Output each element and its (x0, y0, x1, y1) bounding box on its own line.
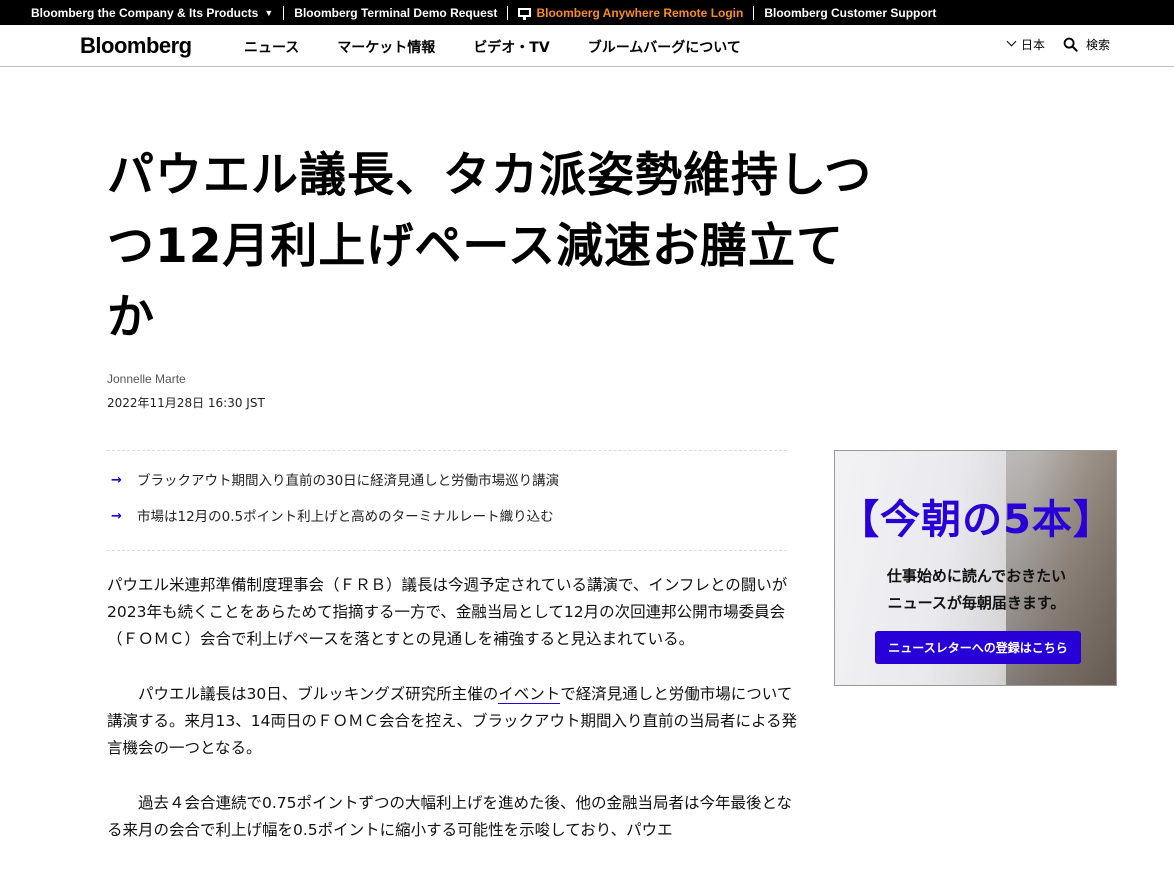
paragraph-text: パウエル議長は30日、ブルッキングズ研究所主催の (138, 685, 499, 703)
anywhere-login-label: Bloomberg Anywhere Remote Login (536, 5, 744, 20)
summary-item: → ブラックアウト期間入り直前の30日に経済見通しと労働市場巡り講演 (107, 463, 787, 499)
search-icon (1063, 37, 1078, 52)
nav-link-about[interactable]: ブルームバーグについて (588, 37, 741, 57)
nav-utilities: 日本 検索 (1006, 36, 1110, 53)
article-headline: パウエル議長、タカ派姿勢維持しつ つ12月利上げペース減速お膳立て か (107, 140, 1037, 353)
company-products-label: Bloomberg the Company & Its Products (31, 5, 259, 20)
summary-text: ブラックアウト期間入り直前の30日に経済見通しと労働市場巡り講演 (137, 473, 560, 489)
ad-subtitle-line: ニュースが毎朝届きます。 (887, 594, 1066, 612)
language-selector[interactable]: 日本 (1006, 36, 1045, 53)
ad-title: 【今朝の5本】 (839, 497, 1114, 543)
summary-item: → 市場は12月の0.5ポイント利上げと高めのターミナルレート織り込む (107, 499, 787, 535)
caret-down-icon: ▼ (264, 7, 274, 18)
newsletter-ad[interactable]: 【今朝の5本】 仕事始めに読んでおきたい ニュースが毎朝届きます。 ニュースレタ… (834, 450, 1117, 686)
search-label: 検索 (1085, 38, 1110, 52)
newsletter-signup-button[interactable]: ニュースレターへの登録はこちら (875, 631, 1081, 664)
article-body: パウエル米連邦準備制度理事会（ＦＲＢ）議長は今週予定されている講演で、インフレと… (107, 572, 807, 872)
main-nav: Bloomberg ニュース マーケット情報 ビデオ・TV ブルームバーグについ… (0, 25, 1174, 67)
nav-links: ニュース マーケット情報 ビデオ・TV ブルームバーグについて (244, 37, 779, 57)
arrow-right-icon: → (111, 509, 122, 524)
terminal-demo-label: Bloomberg Terminal Demo Request (294, 5, 498, 20)
arrow-right-icon: → (111, 473, 122, 488)
ad-subtitle: 仕事始めに読んでおきたい ニュースが毎朝届きます。 (835, 563, 1116, 617)
company-products-menu[interactable]: Bloomberg the Company & Its Products ▼ (0, 0, 283, 25)
customer-support-link[interactable]: Bloomberg Customer Support (754, 0, 946, 25)
summary-text: 市場は12月の0.5ポイント利上げと高めのターミナルレート織り込む (137, 509, 554, 525)
headline-line: つ12月利上げペース減速お膳立て (107, 219, 845, 274)
nav-link-video-tv[interactable]: ビデオ・TV (473, 37, 549, 57)
anywhere-login-link[interactable]: Bloomberg Anywhere Remote Login (508, 0, 753, 25)
customer-support-label: Bloomberg Customer Support (764, 5, 937, 20)
terminal-icon (518, 8, 532, 20)
body-paragraph: 過去４会合連続で0.75ポイントずつの大幅利上げを進めた後、他の金融当局者は今年… (107, 794, 793, 839)
language-label: 日本 (1020, 38, 1045, 52)
chevron-down-icon (1006, 36, 1017, 47)
terminal-demo-link[interactable]: Bloomberg Terminal Demo Request (284, 0, 507, 25)
search-button[interactable]: 検索 (1063, 36, 1110, 53)
nav-link-markets[interactable]: マーケット情報 (337, 37, 435, 57)
nav-link-news[interactable]: ニュース (244, 37, 299, 57)
event-link[interactable]: イベント (498, 685, 561, 704)
body-paragraph: パウエル米連邦準備制度理事会（ＦＲＢ）議長は今週予定されている講演で、インフレと… (107, 576, 788, 648)
bloomberg-logo[interactable]: Bloomberg (80, 33, 192, 59)
ad-subtitle-line: 仕事始めに読んでおきたい (886, 567, 1067, 585)
utility-bar: Bloomberg the Company & Its Products ▼ B… (0, 0, 1174, 25)
author-byline[interactable]: Jonnelle Marte (107, 372, 186, 386)
article-summary: → ブラックアウト期間入り直前の30日に経済見通しと労働市場巡り講演 → 市場は… (107, 450, 787, 551)
body-paragraph: パウエル議長は30日、ブルッキングズ研究所主催のイベントで経済見通しと労働市場に… (107, 681, 807, 762)
publish-date: 2022年11月28日 16:30 JST (107, 396, 265, 410)
headline-line: か (107, 290, 155, 345)
headline-line: パウエル議長、タカ派姿勢維持しつ (107, 148, 873, 203)
